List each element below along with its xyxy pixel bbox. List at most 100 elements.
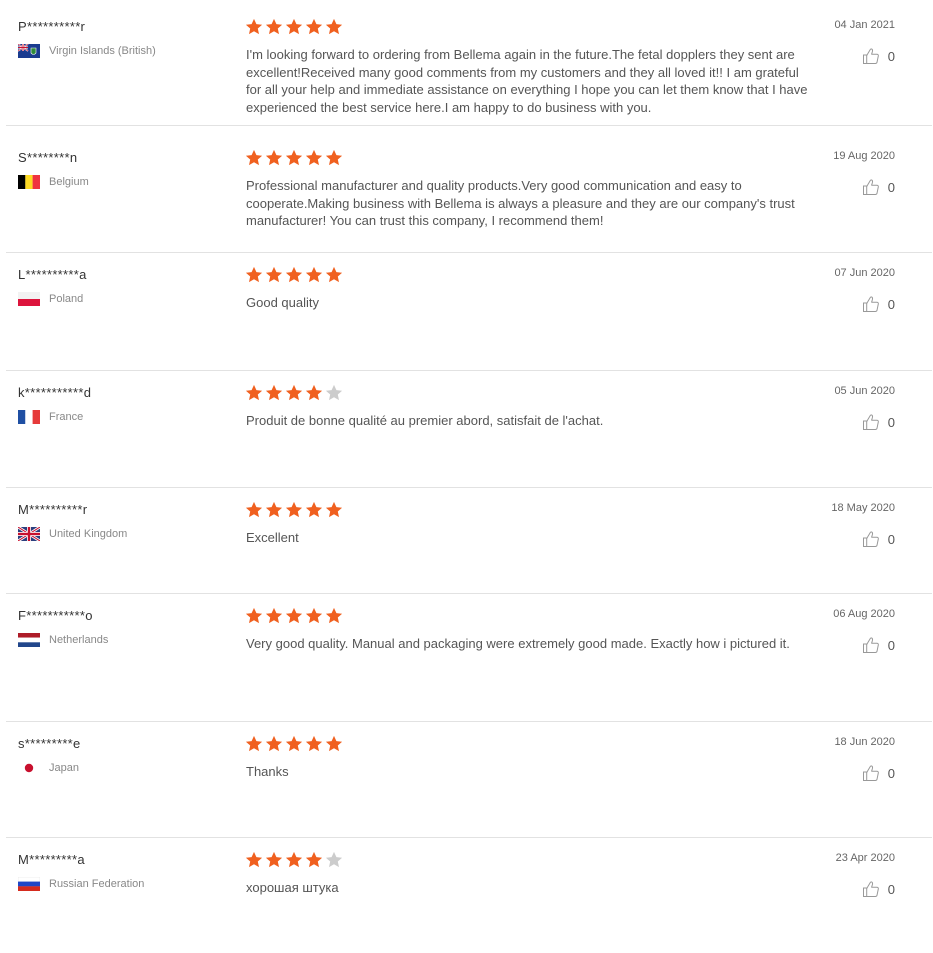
star-rating bbox=[245, 607, 343, 625]
review-text: Good quality bbox=[246, 295, 319, 310]
thumbs-up-icon[interactable] bbox=[862, 530, 880, 548]
star-rating bbox=[245, 384, 343, 402]
review-item: M**********r United Kingdom Excellent 18… bbox=[6, 488, 932, 594]
thumbs-up-icon[interactable] bbox=[862, 295, 880, 313]
like-count: 0 bbox=[887, 296, 895, 312]
reviewer-name: F***********o bbox=[18, 608, 93, 623]
like-button[interactable]: 0 bbox=[862, 880, 895, 898]
star-filled-icon bbox=[245, 501, 263, 518]
review-text: Thanks bbox=[246, 764, 289, 779]
star-filled-icon bbox=[325, 266, 343, 283]
vg-flag-icon bbox=[18, 44, 40, 58]
review-item: L**********a Poland Good quality 07 Jun … bbox=[6, 253, 932, 371]
star-empty-icon bbox=[325, 851, 343, 868]
like-count: 0 bbox=[887, 48, 895, 64]
like-button[interactable]: 0 bbox=[862, 530, 895, 548]
reviewer-country: France bbox=[18, 410, 83, 424]
review-item: F***********o Netherlands Very good qual… bbox=[6, 594, 932, 722]
star-rating bbox=[245, 266, 343, 284]
review-item: s*********e Japan Thanks 18 Jun 2020 0 bbox=[6, 722, 932, 838]
like-button[interactable]: 0 bbox=[862, 295, 895, 313]
thumbs-up-icon[interactable] bbox=[862, 178, 880, 196]
nl-flag-icon bbox=[18, 633, 40, 647]
star-filled-icon bbox=[265, 851, 283, 868]
like-button[interactable]: 0 bbox=[862, 764, 895, 782]
review-date: 23 Apr 2020 bbox=[835, 852, 895, 864]
review-text: Very good quality. Manual and packaging … bbox=[246, 636, 790, 651]
thumbs-up-icon[interactable] bbox=[862, 764, 880, 782]
star-filled-icon bbox=[245, 735, 263, 752]
thumbs-up-icon[interactable] bbox=[862, 880, 880, 898]
gb-flag-icon bbox=[18, 527, 40, 541]
review-item: P**********r Virgin Islands (British) I'… bbox=[6, 5, 932, 126]
like-button[interactable]: 0 bbox=[862, 47, 895, 65]
reviewer-name: M*********a bbox=[18, 852, 85, 867]
reviewer-country: Belgium bbox=[18, 175, 89, 189]
star-filled-icon bbox=[265, 384, 283, 401]
star-filled-icon bbox=[325, 501, 343, 518]
star-filled-icon bbox=[285, 501, 303, 518]
country-name: Russian Federation bbox=[49, 878, 145, 890]
star-filled-icon bbox=[285, 266, 303, 283]
star-filled-icon bbox=[245, 266, 263, 283]
star-filled-icon bbox=[265, 149, 283, 166]
review-text: Professional manufacturer and quality pr… bbox=[246, 178, 795, 228]
review-date: 04 Jan 2021 bbox=[834, 19, 895, 31]
reviewer-name: P**********r bbox=[18, 19, 86, 34]
star-filled-icon bbox=[285, 384, 303, 401]
reviewer-name: M**********r bbox=[18, 502, 88, 517]
star-filled-icon bbox=[265, 501, 283, 518]
star-filled-icon bbox=[265, 266, 283, 283]
review-date: 07 Jun 2020 bbox=[834, 267, 895, 279]
like-button[interactable]: 0 bbox=[862, 636, 895, 654]
thumbs-up-icon[interactable] bbox=[862, 636, 880, 654]
like-count: 0 bbox=[887, 531, 895, 547]
like-count: 0 bbox=[887, 881, 895, 897]
reviewer-country: Virgin Islands (British) bbox=[18, 44, 156, 58]
reviewer-country: United Kingdom bbox=[18, 527, 127, 541]
star-filled-icon bbox=[285, 851, 303, 868]
star-filled-icon bbox=[245, 384, 263, 401]
star-filled-icon bbox=[245, 607, 263, 624]
star-filled-icon bbox=[265, 607, 283, 624]
review-date: 06 Aug 2020 bbox=[833, 608, 895, 620]
review-item: M*********a Russian Federation хорошая ш… bbox=[6, 838, 932, 953]
country-name: Virgin Islands (British) bbox=[49, 45, 156, 57]
like-count: 0 bbox=[887, 765, 895, 781]
like-count: 0 bbox=[887, 179, 895, 195]
country-name: Japan bbox=[49, 762, 79, 774]
star-rating bbox=[245, 501, 343, 519]
ru-flag-icon bbox=[18, 877, 40, 891]
star-filled-icon bbox=[325, 149, 343, 166]
jp-flag-icon bbox=[18, 761, 40, 775]
review-text: Produit de bonne qualité au premier abor… bbox=[246, 413, 604, 428]
star-filled-icon bbox=[305, 607, 323, 624]
star-filled-icon bbox=[285, 18, 303, 35]
reviewer-name: k***********d bbox=[18, 385, 92, 400]
reviewer-country: Netherlands bbox=[18, 633, 108, 647]
star-filled-icon bbox=[305, 851, 323, 868]
review-date: 19 Aug 2020 bbox=[833, 150, 895, 162]
thumbs-up-icon[interactable] bbox=[862, 47, 880, 65]
star-filled-icon bbox=[285, 149, 303, 166]
star-filled-icon bbox=[305, 384, 323, 401]
star-filled-icon bbox=[325, 735, 343, 752]
review-item: k***********d France Produit de bonne qu… bbox=[6, 371, 932, 488]
star-filled-icon bbox=[285, 735, 303, 752]
like-button[interactable]: 0 bbox=[862, 413, 895, 431]
star-filled-icon bbox=[245, 18, 263, 35]
star-filled-icon bbox=[305, 18, 323, 35]
reviewer-country: Japan bbox=[18, 761, 79, 775]
star-filled-icon bbox=[325, 607, 343, 624]
country-name: Poland bbox=[49, 293, 84, 305]
country-name: United Kingdom bbox=[49, 528, 128, 540]
like-button[interactable]: 0 bbox=[862, 178, 895, 196]
country-name: Belgium bbox=[49, 176, 89, 188]
star-filled-icon bbox=[245, 149, 263, 166]
country-name: Netherlands bbox=[49, 634, 109, 646]
star-empty-icon bbox=[325, 384, 343, 401]
star-filled-icon bbox=[325, 18, 343, 35]
star-filled-icon bbox=[305, 501, 323, 518]
star-rating bbox=[245, 149, 343, 167]
thumbs-up-icon[interactable] bbox=[862, 413, 880, 431]
